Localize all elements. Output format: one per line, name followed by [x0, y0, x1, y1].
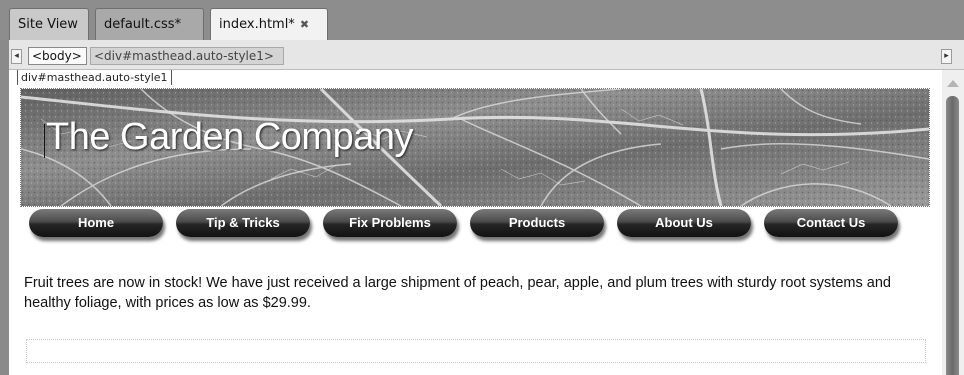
element-label: div#masthead.auto-style1 — [17, 70, 172, 85]
triangle-right-icon[interactable]: ▸ — [941, 49, 952, 64]
tab-default-css[interactable]: default.css* — [95, 8, 204, 40]
text-cursor — [44, 124, 45, 158]
nav-about-button[interactable]: About Us — [617, 209, 751, 237]
design-view[interactable]: div#masthead.auto-style1 The Garden Comp… — [9, 70, 964, 375]
tag-selector-bar: ◂ <body> <div#masthead.auto-style1> ▸ — [9, 40, 964, 70]
tab-label: index.html* — [219, 17, 295, 32]
empty-div-outline[interactable] — [26, 339, 926, 363]
close-icon[interactable]: ✖ — [300, 18, 309, 31]
tab-site-view[interactable]: Site View — [9, 8, 89, 40]
body-paragraph: Fruit trees are now in stock! We have ju… — [24, 275, 891, 311]
document-tab-bar: Site View default.css* index.html* ✖ — [0, 0, 964, 41]
vertical-scrollbar[interactable] — [942, 70, 964, 375]
nav-fix-problems-button[interactable]: Fix Problems — [323, 209, 457, 237]
nav-products-button[interactable]: Products — [470, 209, 604, 237]
tag-body[interactable]: <body> — [28, 47, 87, 65]
triangle-up-icon[interactable] — [947, 80, 959, 87]
tab-label: default.css* — [104, 17, 182, 32]
nav-home-button[interactable]: Home — [29, 209, 163, 237]
tag-div-masthead[interactable]: <div#masthead.auto-style1> — [90, 47, 284, 65]
navigation-bar: Home Tip & Tricks Fix Problems Products … — [29, 209, 909, 241]
tab-label: Site View — [18, 17, 78, 32]
triangle-left-icon[interactable]: ◂ — [11, 49, 22, 64]
scrollbar-thumb[interactable] — [946, 96, 959, 375]
nav-tips-button[interactable]: Tip & Tricks — [176, 209, 310, 237]
nav-contact-button[interactable]: Contact Us — [764, 209, 898, 237]
masthead[interactable]: The Garden Company — [20, 88, 930, 207]
masthead-title: The Garden Company — [46, 116, 413, 158]
tab-index-html[interactable]: index.html* ✖ — [210, 8, 328, 41]
